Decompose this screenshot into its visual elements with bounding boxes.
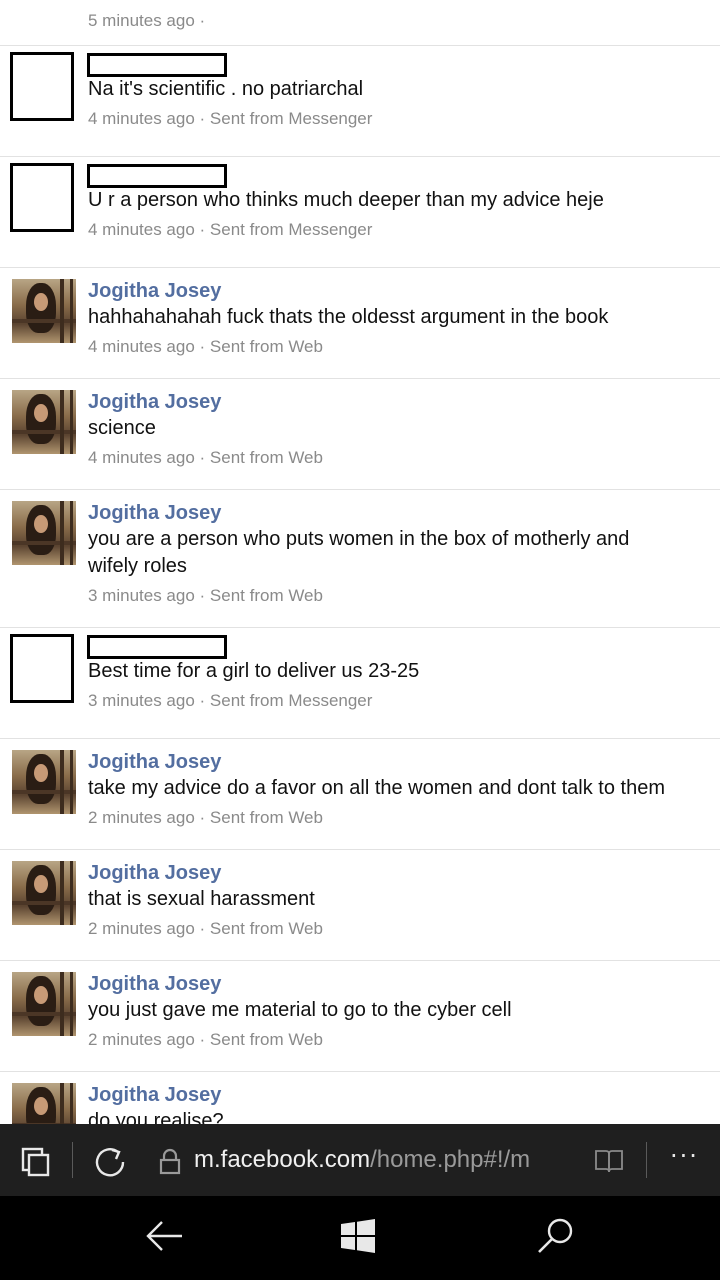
message-text: science [88,417,156,439]
avatar-redacted [10,634,74,703]
sender-name[interactable]: Jogitha Josey [88,860,706,886]
message-feed[interactable]: 5 minutes ago · Na it's scientific . no … [0,0,720,1124]
message-text: that is sexual harassment [88,888,315,910]
sender-name[interactable]: Jogitha Josey [88,278,706,304]
message-text: wifely roles [88,555,187,577]
message-item[interactable]: Na it's scientific . no patriarchal 4 min… [0,46,720,157]
avatar[interactable] [12,861,76,925]
message-meta: 2 minutes ago · Sent from Web [88,919,323,938]
more-button[interactable]: ··· [670,1142,699,1170]
message-text: Na it's scientific . no patriarchal [88,78,364,100]
avatar[interactable] [12,501,76,565]
url-path: /home.php#!/m [370,1146,531,1173]
message-text: do you realise? [88,1110,224,1124]
sender-name[interactable]: Jogitha Josey [88,749,706,775]
message-timestamp: 2 minutes ago [88,919,195,938]
sender-name[interactable]: Jogitha Josey [88,971,706,997]
search-icon[interactable] [536,1216,576,1261]
message-source: Sent from Web [209,448,323,467]
browser-address-bar: m.facebook.com/home.php#!/m ··· [0,1124,720,1196]
message-text: Best time for a girl to deliver us 23-25 [88,660,420,682]
message-source: Sent from Web [209,919,323,938]
message-meta: 4 minutes ago · Sent from Messenger [88,220,373,239]
message-meta: 4 minutes ago · Sent from Web [88,337,323,356]
message-timestamp: 2 minutes ago [88,808,195,827]
avatar[interactable] [12,750,76,814]
message-meta: 3 minutes ago · Sent from Messenger [88,691,373,710]
tabs-icon[interactable] [20,1146,52,1183]
message-timestamp: 4 minutes ago [88,220,195,239]
message-source: Sent from Web [209,1030,323,1049]
windows-start-icon[interactable] [340,1218,376,1259]
message-source: Sent from Messenger [209,109,373,128]
avatar[interactable] [12,390,76,454]
message-text: you just gave me material to go to the c… [88,999,512,1021]
sender-name[interactable]: Jogitha Josey [88,500,706,526]
divider [72,1142,73,1178]
url-field[interactable]: m.facebook.com/home.php#!/m [194,1144,576,1176]
system-navigation-bar [0,1196,720,1280]
message-item[interactable]: Jogitha Josey you just gave me material t… [0,961,720,1072]
message-item[interactable]: Jogitha Josey do you realise? [0,1072,720,1124]
avatar-redacted [10,163,74,232]
message-source: Sent from Messenger [209,691,373,710]
divider [646,1142,647,1178]
message-timestamp: 3 minutes ago [88,586,195,605]
message-text: U r a person who thinks much deeper than… [88,189,604,211]
sender-name-redacted [87,635,227,659]
message-source: Sent from Web [209,337,323,356]
avatar[interactable] [12,972,76,1036]
message-item[interactable]: Best time for a girl to deliver us 23-25… [0,628,720,739]
refresh-icon[interactable] [92,1144,128,1185]
message-timestamp: 5 minutes ago · [88,11,206,30]
message-text: take my advice do a favor on all the wom… [88,777,665,799]
message-timestamp: 4 minutes ago [88,109,195,128]
lock-icon [158,1148,182,1181]
message-list: Na it's scientific . no patriarchal 4 min… [0,46,720,1124]
back-arrow-icon[interactable] [144,1218,184,1259]
sender-name-redacted [87,53,227,77]
message-meta: 4 minutes ago · Sent from Messenger [88,109,373,128]
message-timestamp: 4 minutes ago [88,448,195,467]
message-meta-top: 5 minutes ago · [0,0,720,46]
message-timestamp: 2 minutes ago [88,1030,195,1049]
message-meta: 2 minutes ago · Sent from Web [88,808,323,827]
message-meta: 3 minutes ago · Sent from Web [88,586,323,605]
message-source: Sent from Web [209,808,323,827]
message-source: Sent from Web [209,586,323,605]
avatar[interactable] [12,1083,76,1124]
message-text: hahhahahahah fuck thats the oldesst argu… [88,306,609,328]
reading-view-icon[interactable] [594,1148,624,1179]
message-item[interactable]: Jogitha Josey you are a person who puts w… [0,490,720,628]
url-host: m.facebook.com [194,1146,371,1173]
message-timestamp: 3 minutes ago [88,691,195,710]
message-text: you are a person who puts women in the b… [88,528,630,550]
message-item[interactable]: Jogitha Josey take my advice do a favor o… [0,739,720,850]
message-meta: 2 minutes ago · Sent from Web [88,1030,323,1049]
message-meta: 4 minutes ago · Sent from Web [88,448,323,467]
message-source: Sent from Messenger [209,220,373,239]
message-item[interactable]: Jogitha Josey hahhahahahah fuck thats the… [0,268,720,379]
avatar[interactable] [12,279,76,343]
message-item[interactable]: Jogitha Josey that is sexual harassment 2 … [0,850,720,961]
message-item[interactable]: U r a person who thinks much deeper than… [0,157,720,268]
sender-name[interactable]: Jogitha Josey [88,389,706,415]
sender-name-redacted [87,164,227,188]
message-timestamp: 4 minutes ago [88,337,195,356]
sender-name[interactable]: Jogitha Josey [88,1082,706,1108]
avatar-redacted [10,52,74,121]
message-item[interactable]: Jogitha Josey science 4 minutes ago · Sent… [0,379,720,490]
